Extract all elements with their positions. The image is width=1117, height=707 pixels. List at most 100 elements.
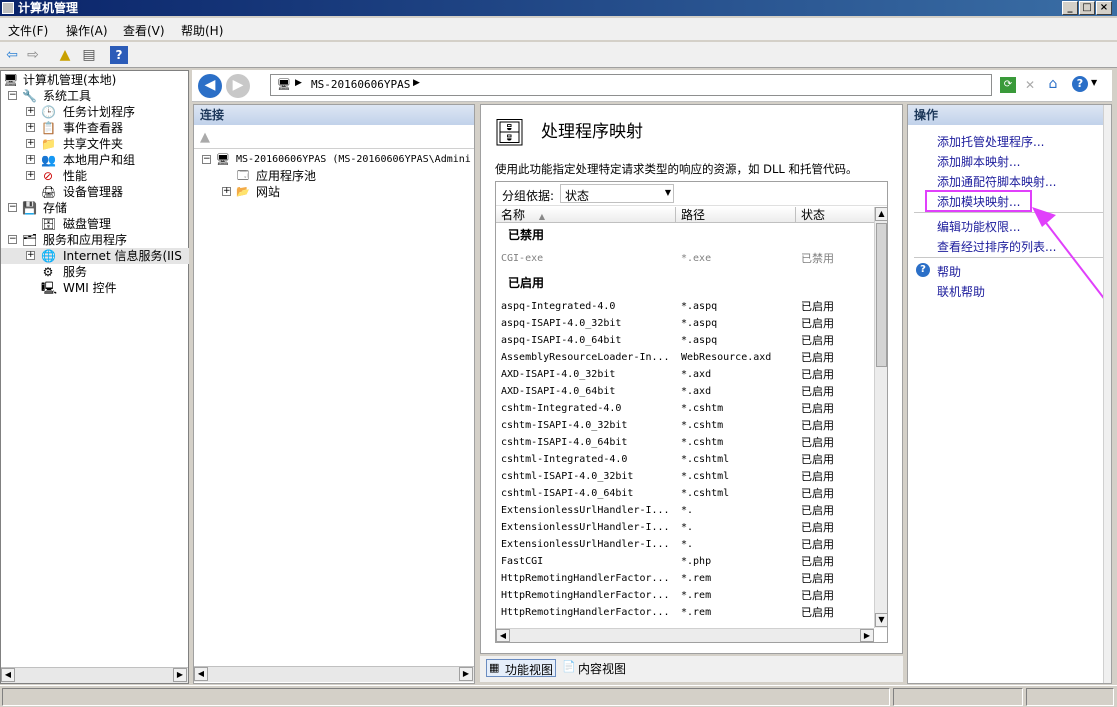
table-row[interactable]: CGI-exe *.exe 已禁用 [496,250,874,267]
scroll-right-icon[interactable]: ▶ [459,667,473,681]
menu-action[interactable]: 操作(A) [66,22,108,39]
menu-file[interactable]: 文件(F) [8,22,48,39]
grid-vertical-scrollbar[interactable]: ▲ ▼ [874,207,887,628]
home-icon[interactable]: ⌂ [1044,75,1062,93]
collapse-icon[interactable]: − [8,91,17,100]
up-folder-icon[interactable]: ▲ [56,46,74,64]
scroll-down-icon[interactable]: ▼ [875,613,887,627]
actions-scrollbar[interactable] [1103,105,1111,683]
table-row[interactable]: FastCGI *.php 已启用 [496,553,874,570]
connection-app-pools[interactable]: 应用程序池 [256,168,316,184]
table-row[interactable]: ExtensionlessUrlHandler-I... *. 已启用 [496,519,874,536]
tab-content-view[interactable]: 📄 内容视图 [560,659,632,677]
table-row[interactable]: ExtensionlessUrlHandler-I... *. 已启用 [496,536,874,553]
scroll-thumb[interactable] [876,223,887,367]
connect-icon[interactable]: ▲ [200,130,210,145]
tree-item-task-scheduler[interactable]: 任务计划程序 [63,104,135,120]
table-row[interactable]: cshtml-ISAPI-4.0_64bit *.cshtml 已启用 [496,485,874,502]
scroll-right-icon[interactable]: ▶ [173,668,187,682]
help-icon[interactable]: ? [110,46,128,64]
minimize-button[interactable]: _ [1062,1,1078,15]
chevron-right-icon[interactable]: ▶ [413,78,420,88]
action-edit-feature-permissions[interactable]: 编辑功能权限... [937,218,1020,235]
table-row[interactable]: HttpRemotingHandlerFactor... *.rem 已启用 [496,604,874,621]
column-state[interactable]: 状态 [796,207,874,223]
scroll-left-icon[interactable]: ◀ [194,667,208,681]
back-icon[interactable]: ⇦ [3,46,21,64]
tree-item-services[interactable]: 服务 [63,264,87,280]
menu-help[interactable]: 帮助(H) [181,22,223,39]
tree-horizontal-scrollbar[interactable]: ◀ ▶ [1,667,188,683]
connection-server[interactable]: MS-20160606YPAS (MS-20160606YPAS\Admini [236,152,471,168]
tree-item-local-users[interactable]: 本地用户和组 [63,152,135,168]
grid-horizontal-scrollbar[interactable]: ◀ ▶ [496,628,874,642]
tree-item-services-apps[interactable]: 服务和应用程序 [43,232,127,248]
table-row[interactable]: aspq-ISAPI-4.0_64bit *.aspq 已启用 [496,332,874,349]
collapse-icon[interactable]: − [8,235,17,244]
tree-item-disk-management[interactable]: 磁盘管理 [63,216,111,232]
group-by-select[interactable]: 状态 ▼ [560,184,674,203]
table-row[interactable]: cshtml-ISAPI-4.0_32bit *.cshtml 已启用 [496,468,874,485]
column-path[interactable]: 路径 [676,207,796,223]
expand-icon[interactable]: + [26,139,35,148]
column-name[interactable]: 名称 ▲ [496,207,676,223]
connection-sites[interactable]: 网站 [256,184,280,200]
tree-item-shared-folders[interactable]: 共享文件夹 [63,136,123,152]
expand-icon[interactable]: + [26,123,35,132]
maximize-button[interactable]: □ [1079,1,1095,15]
menu-view[interactable]: 查看(V) [123,22,165,39]
tree-root[interactable]: 计算机管理(本地) [23,72,116,88]
action-online-help[interactable]: 联机帮助 [937,283,985,300]
title-bar: 计算机管理 _ □ × [0,0,1117,16]
refresh-icon[interactable]: ⟳ [1000,77,1016,93]
table-row[interactable]: aspq-ISAPI-4.0_32bit *.aspq 已启用 [496,315,874,332]
action-add-wildcard-script-map[interactable]: 添加通配符脚本映射... [937,173,1056,190]
scroll-right-icon[interactable]: ▶ [860,629,874,642]
nav-back-icon[interactable]: ◀ [198,74,222,98]
stop-icon[interactable]: ✕ [1022,77,1038,93]
connections-horizontal-scrollbar[interactable]: ◀ ▶ [194,666,474,682]
tree-item-wmi[interactable]: WMI 控件 [63,280,117,296]
table-row[interactable]: cshtm-ISAPI-4.0_32bit *.cshtm 已启用 [496,417,874,434]
services-apps-icon: 🗂 [22,233,38,247]
tree-item-device-manager[interactable]: 设备管理器 [63,184,123,200]
table-row[interactable]: aspq-Integrated-4.0 *.aspq 已启用 [496,298,874,315]
nav-forward-icon[interactable]: ▶ [226,74,250,98]
tree-item-event-viewer[interactable]: 事件查看器 [63,120,123,136]
table-row[interactable]: HttpRemotingHandlerFactor... *.rem 已启用 [496,570,874,587]
close-button[interactable]: × [1096,1,1112,15]
scroll-left-icon[interactable]: ◀ [496,629,510,642]
scroll-up-icon[interactable]: ▲ [875,207,887,221]
table-row[interactable]: cshtm-Integrated-4.0 *.cshtm 已启用 [496,400,874,417]
address-field[interactable]: 🖥 ▶ MS-20160606YPAS ▶ [270,74,992,96]
expand-icon[interactable]: + [26,171,35,180]
table-row[interactable]: ExtensionlessUrlHandler-I... *. 已启用 [496,502,874,519]
scroll-left-icon[interactable]: ◀ [1,668,15,682]
expand-icon[interactable]: + [26,251,35,260]
tree-item-iis[interactable]: Internet 信息服务(IIS [63,248,187,264]
forward-icon[interactable]: ⇨ [24,46,42,64]
action-add-script-map[interactable]: 添加脚本映射... [937,153,1020,170]
tab-features-view[interactable]: ▦ 功能视图 [486,659,556,677]
collapse-icon[interactable]: − [8,203,17,212]
help-icon[interactable]: ? [1072,76,1088,92]
expand-icon[interactable]: + [26,155,35,164]
action-add-managed-handler[interactable]: 添加托管处理程序... [937,133,1044,150]
expand-icon[interactable]: + [26,107,35,116]
show-hide-tree-icon[interactable]: ▤ [80,46,98,64]
chevron-down-icon[interactable]: ▼ [1091,78,1097,87]
collapse-icon[interactable]: − [202,155,211,164]
tree-item-system-tools[interactable]: 系统工具 [43,88,91,104]
table-row[interactable]: AXD-ISAPI-4.0_64bit *.axd 已启用 [496,383,874,400]
tree-item-storage[interactable]: 存储 [43,200,67,216]
table-row[interactable]: cshtml-Integrated-4.0 *.cshtml 已启用 [496,451,874,468]
table-row[interactable]: AssemblyResourceLoader-In... WebResource.… [496,349,874,366]
expand-icon[interactable]: + [222,187,231,196]
feature-pane: 🗄 处理程序映射 使用此功能指定处理特定请求类型的响应的资源，如 DLL 和托管… [480,104,903,654]
action-add-module-map[interactable]: 添加模块映射... [937,193,1020,210]
table-row[interactable]: cshtm-ISAPI-4.0_64bit *.cshtm 已启用 [496,434,874,451]
action-help[interactable]: 帮助 [937,263,961,280]
tree-item-performance[interactable]: 性能 [63,168,87,184]
table-row[interactable]: AXD-ISAPI-4.0_32bit *.axd 已启用 [496,366,874,383]
table-row[interactable]: HttpRemotingHandlerFactor... *.rem 已启用 [496,587,874,604]
